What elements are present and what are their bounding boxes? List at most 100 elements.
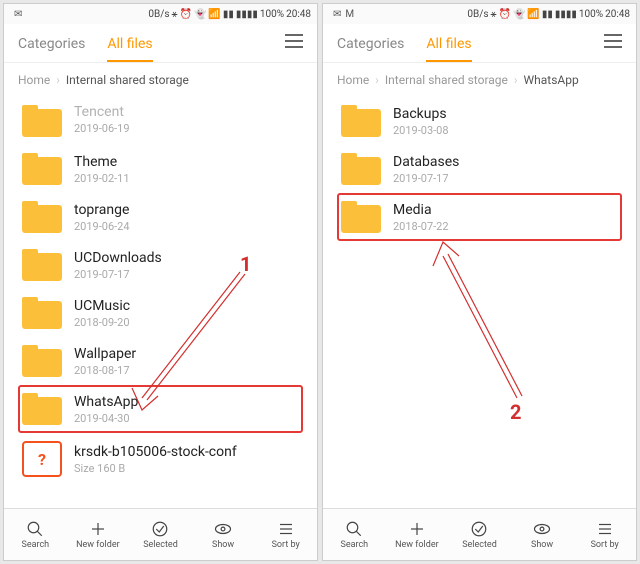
new-folder-button[interactable]: New folder (67, 509, 130, 560)
file-row[interactable]: ?krsdk-b105006-stock-confSize 160 B (18, 433, 303, 485)
item-name: Databases (393, 154, 459, 170)
item-date: Size 160 B (74, 462, 237, 475)
button-label: Selected (143, 540, 178, 550)
clock: 20:48 (605, 9, 630, 20)
file-icon: ? (22, 441, 62, 477)
tab-bar: Categories All files (323, 24, 636, 63)
item-date: 2019-03-08 (393, 124, 449, 137)
show-button[interactable]: Show (511, 509, 574, 560)
search-icon (26, 520, 44, 538)
button-label: Show (212, 540, 234, 550)
signal-icon: ▮▮ (542, 9, 553, 20)
search-button[interactable]: Search (4, 509, 67, 560)
folder-row[interactable]: Backups 2019-03-08 (337, 97, 622, 145)
chevron-right-icon: › (375, 73, 379, 87)
tab-all-files[interactable]: All files (426, 30, 471, 62)
folder-icon (22, 297, 62, 329)
check-circle-icon (151, 520, 169, 538)
tab-all-files[interactable]: All files (107, 30, 152, 62)
folder-row[interactable]: WhatsApp2019-04-30 (18, 385, 303, 433)
item-name: UCDownloads (74, 250, 162, 266)
crumb-whatsapp[interactable]: WhatsApp (524, 73, 579, 87)
status-bar: ✉ 0B/s ⚹ ⏰ 👻 📶 ▮▮ ▮▮▮▮ 100% 20:48 (4, 4, 317, 24)
show-button[interactable]: Show (192, 509, 255, 560)
sort-by-button[interactable]: Sort by (573, 509, 636, 560)
chevron-right-icon: › (56, 73, 60, 87)
folder-icon (341, 105, 381, 137)
snapchat-icon: 👻 (194, 9, 206, 20)
tab-bar: Categories All files (4, 24, 317, 63)
item-date: 2019-07-17 (74, 268, 162, 281)
folder-list: Tencent2019-06-19 Theme 2019-02-11 toprange… (4, 97, 317, 508)
folder-icon (22, 153, 62, 185)
search-button[interactable]: Search (323, 509, 386, 560)
item-name: Theme (74, 154, 130, 170)
folder-icon (22, 393, 62, 425)
item-date: 2019-06-19 (74, 122, 130, 135)
folder-icon (22, 201, 62, 233)
crumb-storage[interactable]: Internal shared storage (385, 73, 508, 87)
button-label: Search (340, 540, 368, 550)
item-date: 2019-02-11 (74, 172, 130, 185)
folder-row[interactable]: toprange 2019-06-24 (18, 193, 303, 241)
sort-by-button[interactable]: Sort by (254, 509, 317, 560)
list-view-toggle-icon[interactable] (285, 34, 303, 48)
mail-icon: M (345, 9, 354, 20)
check-circle-icon (470, 520, 488, 538)
item-name: toprange (74, 202, 130, 218)
alarm-icon: ⏰ (180, 9, 192, 20)
folder-row[interactable]: Tencent2019-06-19 (18, 97, 303, 145)
button-label: Selected (462, 540, 497, 550)
phone-right: ✉ M 0B/s ⚹ ⏰ 👻 📶 ▮▮ ▮▮▮▮ 100% 20:48 Cate… (322, 3, 637, 561)
list-view-toggle-icon[interactable] (604, 34, 622, 48)
plus-icon (408, 520, 426, 538)
wifi-icon: 📶 (208, 9, 220, 20)
folder-row[interactable]: UCMusic2018-09-20 (18, 289, 303, 337)
phone-left: ✉ 0B/s ⚹ ⏰ 👻 📶 ▮▮ ▮▮▮▮ 100% 20:48 Catego… (3, 3, 318, 561)
folder-row[interactable]: Theme 2019-02-11 (18, 145, 303, 193)
item-name: WhatsApp (74, 394, 138, 410)
item-name: Backups (393, 106, 449, 122)
folder-row[interactable]: Databases 2019-07-17 (337, 145, 622, 193)
battery-pct: 100% (260, 9, 284, 20)
bottom-bar: Search New folder Selected Show Sort by (4, 508, 317, 560)
button-label: Sort by (591, 540, 619, 550)
breadcrumb: Home › Internal shared storage › WhatsAp… (323, 63, 636, 97)
selected-button[interactable]: Selected (448, 509, 511, 560)
new-folder-button[interactable]: New folder (386, 509, 449, 560)
item-date: 2018-08-17 (74, 364, 136, 377)
status-bar: ✉ M 0B/s ⚹ ⏰ 👻 📶 ▮▮ ▮▮▮▮ 100% 20:48 (323, 4, 636, 24)
folder-icon (341, 201, 381, 233)
battery-pct: 100% (579, 9, 603, 20)
plus-icon (89, 520, 107, 538)
crumb-storage[interactable]: Internal shared storage (66, 73, 189, 87)
item-date: 2019-07-17 (393, 172, 459, 185)
eye-icon (214, 520, 232, 538)
signal-icon: ▮▮ (223, 9, 234, 20)
button-label: New folder (76, 540, 120, 550)
folder-row[interactable]: Media2018-07-22 (337, 193, 622, 241)
bottom-bar: Search New folder Selected Show Sort by (323, 508, 636, 560)
chevron-right-icon: › (514, 73, 518, 87)
breadcrumb: Home › Internal shared storage (4, 63, 317, 97)
folder-icon (341, 153, 381, 185)
bluetooth-icon: ⚹ (491, 9, 497, 20)
folder-icon (22, 345, 62, 377)
wifi-icon: 📶 (527, 9, 539, 20)
button-label: Sort by (272, 540, 300, 550)
item-name: Media (393, 202, 449, 218)
tab-categories[interactable]: Categories (18, 30, 85, 62)
item-date: 2019-06-24 (74, 220, 130, 233)
menu-icon (277, 520, 295, 538)
folder-row[interactable]: UCDownloads 2019-07-17 (18, 241, 303, 289)
crumb-home[interactable]: Home (18, 73, 50, 87)
bluetooth-icon: ⚹ (172, 9, 178, 20)
crumb-home[interactable]: Home (337, 73, 369, 87)
folder-icon (22, 105, 62, 137)
eye-icon (533, 520, 551, 538)
folder-row[interactable]: Wallpaper2018-08-17 (18, 337, 303, 385)
search-icon (345, 520, 363, 538)
tab-categories[interactable]: Categories (337, 30, 404, 62)
selected-button[interactable]: Selected (129, 509, 192, 560)
button-label: Show (531, 540, 553, 550)
